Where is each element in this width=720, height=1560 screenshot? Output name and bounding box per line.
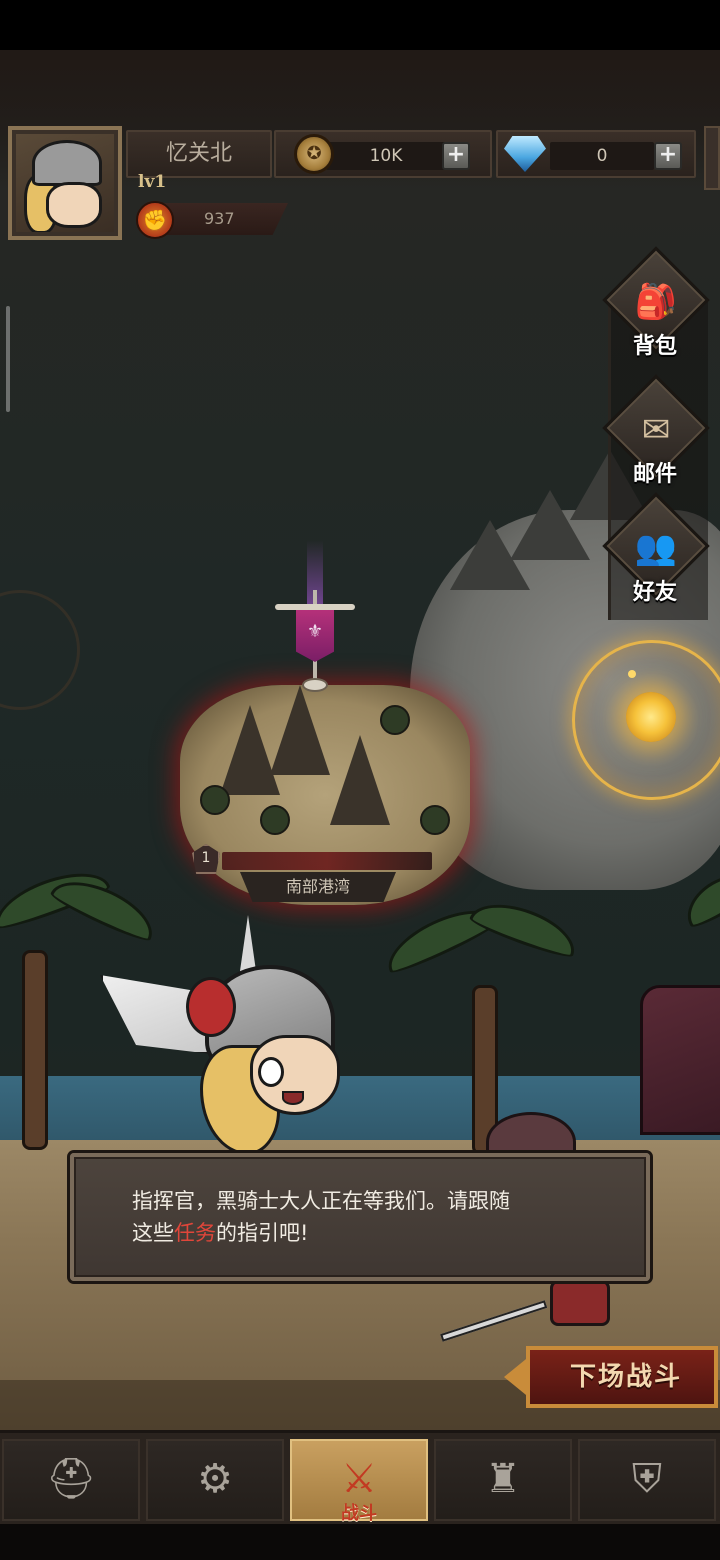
avatar-helmet [32, 140, 102, 186]
tab-adventure[interactable]: ⚙ [146, 1439, 284, 1521]
next-battle-button[interactable]: 下场战斗 [504, 1342, 718, 1412]
battle-button-label: 下场战斗 [569, 1362, 682, 1392]
tab-battle[interactable]: ⚔ 战斗 [290, 1439, 428, 1524]
gem-amount: 0 [596, 146, 608, 166]
stage-name[interactable]: 南部港湾 [240, 872, 396, 902]
gear-map-icon: ⚙ [197, 1456, 233, 1502]
helmet-plume [186, 977, 236, 1037]
mail-label: 邮件 [632, 462, 677, 487]
dialog-line-2-end: 的指引吧! [216, 1221, 309, 1245]
add-coins-button[interactable]: + [442, 142, 470, 170]
status-bar [0, 0, 720, 50]
next-stage-glow-orb[interactable] [626, 692, 676, 742]
dialog-line-2-start: 这些 [132, 1221, 174, 1245]
friends-label: 好友 [632, 580, 677, 605]
mail-envelope-icon: ✉ [641, 410, 671, 450]
tab-heroes[interactable]: ⛑ [2, 1439, 140, 1521]
tab-battle-label: 战斗 [341, 1503, 377, 1524]
tutorial-dialog[interactable]: 指挥官，黑骑士大人正在等我们。请跟随 这些任务的指引吧! [70, 1153, 650, 1281]
mail-button[interactable]: ✉ 邮件 [596, 374, 714, 500]
backpack-icon: 🎒 [634, 282, 678, 322]
backpack-label: 背包 [632, 334, 677, 359]
add-gems-button[interactable]: + [654, 142, 682, 170]
player-level: lv1 [138, 172, 167, 192]
fist-power-icon: ✊ [136, 201, 174, 239]
stage-number: 1 [201, 850, 211, 866]
player-name: 忆关北 [126, 130, 272, 178]
glow-spark [628, 670, 636, 678]
player-avatar[interactable] [8, 126, 122, 240]
palm-trunk [22, 950, 48, 1150]
hero-mouth [282, 1091, 304, 1105]
mountain [330, 735, 390, 825]
bottom-tab-bar: ⛑ ⚙ ⚔ 战斗 ♜ ⛨ [0, 1430, 720, 1524]
system-bottom-strip [0, 1524, 720, 1560]
avatar-portrait [16, 134, 114, 232]
castle-tower-icon: ♜ [485, 1456, 521, 1502]
guide-hero-character [100, 915, 360, 1165]
hero-helmet-icon: ⛑ [45, 1456, 97, 1502]
map-sun-decoration [0, 590, 80, 710]
tab-guild[interactable]: ⛨ [578, 1439, 716, 1521]
palm-tree [380, 705, 410, 735]
scroll-indicator[interactable] [6, 306, 10, 412]
dialog-highlight-quest: 任务 [174, 1221, 216, 1245]
banner-emblem-icon: ⚜ [306, 621, 324, 642]
coin-icon: ✪ [294, 134, 334, 174]
flag-base [302, 678, 328, 692]
palm-tree [200, 785, 230, 815]
flag-crossbar [275, 604, 355, 610]
red-rock [640, 985, 720, 1135]
combat-power-value: 937 [160, 203, 288, 235]
coin-amount: 10K [369, 146, 403, 166]
avatar-face [46, 182, 102, 228]
palm-tree [420, 805, 450, 835]
stage-progress-bar [222, 852, 432, 870]
dialog-text: 指挥官，黑骑士大人正在等我们。请跟随 这些任务的指引吧! [132, 1185, 632, 1249]
stage-flag-marker[interactable]: ⚜ [270, 540, 360, 700]
palm-tree [260, 805, 290, 835]
friends-button[interactable]: 👥 好友 [596, 492, 714, 618]
friends-icon: 👥 [634, 528, 678, 568]
dialog-line-1: 指挥官，黑骑士大人正在等我们。请跟随 [132, 1189, 510, 1213]
guild-shield-icon: ⛨ [632, 1456, 662, 1502]
shield-prop [550, 1280, 610, 1326]
hero-eye [258, 1057, 284, 1087]
dialog-line-2: 这些任务的指引吧! [132, 1217, 632, 1249]
stage-level-badge: 1 [188, 844, 224, 878]
backpack-button[interactable]: 🎒 背包 [596, 246, 714, 372]
tab-castle[interactable]: ♜ [434, 1439, 572, 1521]
header-edge-tab[interactable] [704, 126, 720, 190]
